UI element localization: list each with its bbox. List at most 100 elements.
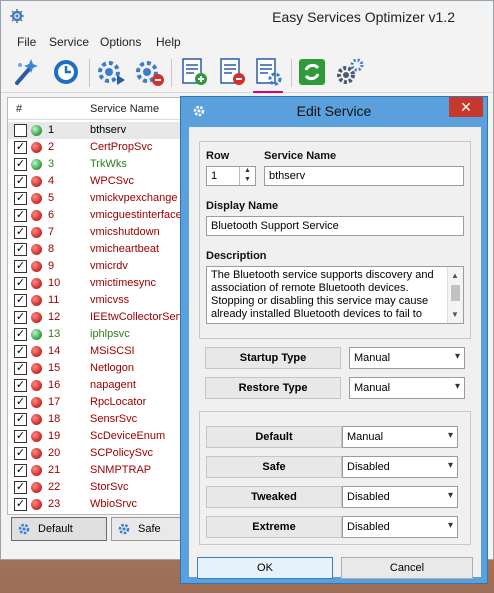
row-checkbox[interactable]: ✓ — [14, 498, 27, 511]
row-checkbox[interactable]: ✓ — [14, 481, 27, 494]
row-checkbox[interactable]: ✓ — [14, 396, 27, 409]
menu-file[interactable]: File — [17, 35, 36, 49]
display-name-field[interactable]: Bluetooth Support Service — [206, 216, 464, 236]
table-row[interactable]: ✓ 16 napagent — [8, 377, 196, 394]
scroll-down-icon[interactable]: ▼ — [451, 308, 459, 321]
preset-safe-select[interactable]: Disabled ▾ — [342, 456, 458, 478]
spin-down-icon[interactable]: ▼ — [240, 175, 255, 184]
spin-up-icon[interactable]: ▲ — [240, 167, 255, 175]
row-number: 8 — [48, 243, 55, 255]
row-checkbox[interactable]: ✓ — [14, 243, 27, 256]
restore-type-select[interactable]: Manual ▾ — [349, 377, 465, 399]
table-row[interactable]: ✓ 6 vmicguestinterface — [8, 207, 196, 224]
table-row[interactable]: 1 bthserv — [8, 122, 196, 139]
table-row[interactable]: ✓ 5 vmickvpexchange — [8, 190, 196, 207]
edit-service-button[interactable] — [251, 55, 285, 89]
row-checkbox[interactable]: ✓ — [14, 192, 27, 205]
table-row[interactable]: ✓ 9 vmicrdv — [8, 258, 196, 275]
table-row[interactable]: ✓ 20 SCPolicySvc — [8, 445, 196, 462]
stop-service-button[interactable] — [133, 55, 167, 89]
row-checkbox[interactable]: ✓ — [14, 362, 27, 375]
add-service-button[interactable] — [177, 55, 211, 89]
default-preset-button[interactable]: Default — [11, 517, 107, 541]
table-row[interactable]: ✓ 21 SNMPTRAP — [8, 462, 196, 479]
row-checkbox[interactable]: ✓ — [14, 175, 27, 188]
row-value: 1 — [211, 170, 218, 182]
row-checkbox[interactable]: ✓ — [14, 141, 27, 154]
row-stepper[interactable]: 1 ▲ ▼ — [206, 166, 256, 186]
row-checkbox[interactable]: ✓ — [14, 379, 27, 392]
row-number: 7 — [48, 226, 55, 238]
row-checkbox[interactable]: ✓ — [14, 294, 27, 307]
menu-help[interactable]: Help — [156, 35, 181, 49]
table-row[interactable]: ✓ 13 iphlpsvc — [8, 326, 196, 343]
row-checkbox[interactable]: ✓ — [14, 260, 27, 273]
table-row[interactable]: ✓ 15 Netlogon — [8, 360, 196, 377]
table-row[interactable]: ✓ 22 StorSvc — [8, 479, 196, 496]
table-row[interactable]: ✓ 12 IEEtwCollectorService — [8, 309, 196, 326]
row-checkbox[interactable]: ✓ — [14, 413, 27, 426]
stopped-status-icon — [31, 448, 42, 459]
table-row[interactable]: ✓ 14 MSiSCSI — [8, 343, 196, 360]
remove-service-button[interactable] — [215, 55, 249, 89]
service-list[interactable]: # Service Name 1 bthserv ✓ 2 CertPropSvc ✓ 3 Tr… — [7, 97, 197, 515]
description-line: already installed Bluetooth devices to f… — [211, 308, 422, 320]
table-row[interactable]: ✓ 3 TrkWks — [8, 156, 196, 173]
row-checkbox[interactable]: ✓ — [14, 464, 27, 477]
scroll-thumb[interactable] — [451, 285, 460, 301]
restore-button[interactable] — [49, 55, 83, 89]
preset-extreme-select[interactable]: Disabled ▾ — [342, 516, 458, 538]
column-header-number[interactable]: # — [16, 103, 22, 115]
column-header-service-name[interactable]: Service Name — [90, 103, 159, 115]
menu-service[interactable]: Service — [49, 35, 89, 49]
preset-tweaked-select[interactable]: Disabled ▾ — [342, 486, 458, 508]
edit-service-dialog: Edit Service ✕ Row Service Name 1 ▲ ▼ bt… — [180, 96, 488, 584]
service-name-field[interactable]: bthserv — [264, 166, 464, 186]
table-row[interactable]: ✓ 7 vmicshutdown — [8, 224, 196, 241]
table-row[interactable]: ✓ 17 RpcLocator — [8, 394, 196, 411]
table-row[interactable]: ✓ 18 SensrSvc — [8, 411, 196, 428]
cancel-button[interactable]: Cancel — [341, 557, 473, 579]
table-row[interactable]: ✓ 23 WbioSrvc — [8, 496, 196, 513]
row-spin-buttons[interactable]: ▲ ▼ — [239, 167, 255, 185]
preset-default-select[interactable]: Manual ▾ — [342, 426, 458, 448]
row-checkbox[interactable]: ✓ — [14, 328, 27, 341]
table-row[interactable]: ✓ 10 vmictimesync — [8, 275, 196, 292]
refresh-icon — [299, 59, 325, 85]
close-button[interactable]: ✕ — [449, 97, 483, 117]
table-row[interactable]: ✓ 2 CertPropSvc — [8, 139, 196, 156]
table-row[interactable]: ✓ 8 vmicheartbeat — [8, 241, 196, 258]
row-checkbox[interactable]: ✓ — [14, 209, 27, 222]
row-checkbox[interactable]: ✓ — [14, 430, 27, 443]
row-label: Row — [206, 150, 230, 162]
stopped-status-icon — [31, 176, 42, 187]
list-header: # Service Name — [8, 98, 196, 120]
ok-button[interactable]: OK — [197, 557, 333, 579]
table-row[interactable]: ✓ 11 vmicvss — [8, 292, 196, 309]
menu-options[interactable]: Options — [100, 35, 141, 49]
row-checkbox[interactable] — [14, 124, 27, 137]
row-checkbox[interactable]: ✓ — [14, 345, 27, 358]
row-checkbox[interactable]: ✓ — [14, 158, 27, 171]
dialog-title: Edit Service — [296, 103, 372, 119]
startup-type-select[interactable]: Manual ▾ — [349, 347, 465, 369]
row-number: 6 — [48, 209, 55, 221]
start-service-button[interactable] — [95, 55, 129, 89]
row-checkbox[interactable]: ✓ — [14, 277, 27, 290]
toolbar-separator — [171, 59, 172, 87]
dialog-title-bar[interactable]: Edit Service ✕ — [181, 97, 487, 125]
row-checkbox[interactable]: ✓ — [14, 226, 27, 239]
stopped-status-icon — [31, 397, 42, 408]
presets-group: Default Manual ▾ Safe Disabled ▾ Tweaked… — [199, 411, 471, 545]
table-row[interactable]: ✓ 4 WPCSvc — [8, 173, 196, 190]
row-checkbox[interactable]: ✓ — [14, 447, 27, 460]
row-number: 16 — [48, 379, 61, 391]
description-scrollbar[interactable]: ▲ ▼ — [447, 267, 463, 323]
scroll-up-icon[interactable]: ▲ — [451, 269, 459, 282]
wizard-button[interactable] — [11, 55, 45, 89]
settings-button[interactable] — [333, 55, 367, 89]
row-checkbox[interactable]: ✓ — [14, 311, 27, 324]
refresh-button[interactable] — [295, 55, 329, 89]
table-row[interactable]: ✓ 19 ScDeviceEnum — [8, 428, 196, 445]
description-field[interactable]: The Bluetooth service supports discovery… — [206, 266, 464, 324]
